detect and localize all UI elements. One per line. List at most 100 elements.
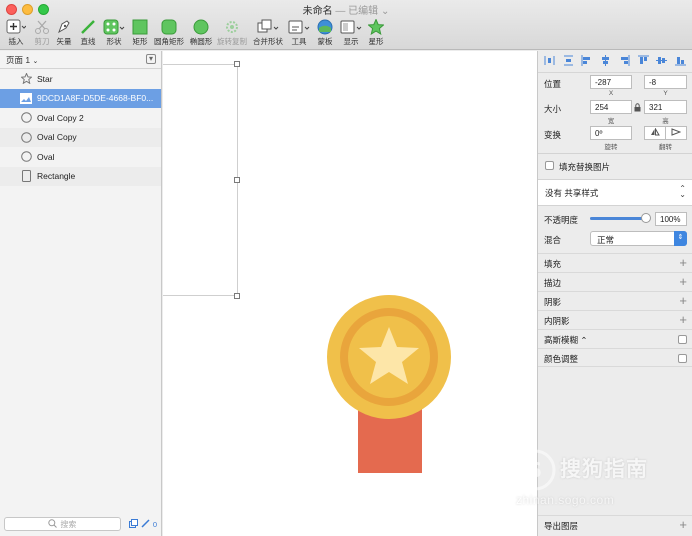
color-adjust-checkbox[interactable] <box>678 354 687 363</box>
x-input[interactable]: -287 <box>590 75 632 89</box>
align-right-icon[interactable] <box>619 55 630 68</box>
document-name: 未命名 <box>302 6 333 17</box>
align-top-icon[interactable] <box>637 55 649 68</box>
rectangle-outline-icon <box>20 170 32 183</box>
star-icon <box>358 18 394 35</box>
gaussian-blur-section[interactable]: 高斯模糊 ⌃ <box>538 329 692 348</box>
distribute-horizontal-icon[interactable] <box>544 55 555 68</box>
fill-section[interactable]: 填充 + <box>538 253 692 272</box>
opacity-slider-knob[interactable] <box>641 213 651 223</box>
align-middle-icon[interactable] <box>656 55 668 68</box>
rotate-copy-label: 旋转复制 <box>217 37 247 46</box>
layer-oval[interactable]: Oval <box>0 147 161 167</box>
y-input[interactable]: -8 <box>644 75 687 89</box>
selection-box[interactable] <box>163 64 238 296</box>
add-inner-shadow-icon[interactable]: + <box>679 312 687 327</box>
layer-filter-controls: 0 <box>128 518 157 530</box>
rotate-copy-icon <box>214 18 250 35</box>
width-input[interactable]: 254 <box>590 100 632 114</box>
align-bottom-icon[interactable] <box>675 55 687 68</box>
rounded-rect-icon <box>151 18 187 35</box>
border-section[interactable]: 描边 + <box>538 272 692 291</box>
inner-shadow-section-label: 内阴影 <box>544 316 570 326</box>
resize-handle-bottom-right[interactable] <box>234 293 240 299</box>
color-adjust-section[interactable]: 颜色调整 <box>538 348 692 367</box>
divider <box>538 205 692 206</box>
rotate-input[interactable]: 0º <box>590 126 632 140</box>
export-layer-label: 导出图层 <box>544 521 579 531</box>
layer-image-selected[interactable]: 9DCD1A8F-D5DE-4668-BF0... <box>0 88 161 108</box>
flip-horizontal-button[interactable] <box>645 127 666 139</box>
fill-section-label: 填充 <box>544 259 562 269</box>
layer-oval-copy-2[interactable]: Oval Copy 2 <box>0 108 161 128</box>
shared-style-select[interactable]: 没有 共享样式 ⌃ ⌄ <box>538 180 692 205</box>
opacity-slider[interactable] <box>590 213 651 223</box>
fill-replace-checkbox[interactable] <box>545 161 554 170</box>
page-label: 页面 1 <box>6 55 31 65</box>
window-toolbar: 未命名 — 已编辑 ⌄ 插入 剪刀 矢量 直线 形状 矩形 圆角矩形 椭圆形 旋… <box>0 0 692 50</box>
rounded-rectangle-label: 圆角矩形 <box>154 37 184 46</box>
alignment-toolbar <box>538 51 692 73</box>
star-button[interactable]: 星形 <box>358 18 394 48</box>
fill-replace-label: 填充替换图片 <box>559 162 611 172</box>
shared-style-value: 没有 共享样式 <box>545 188 599 198</box>
y-sublabel: Y <box>663 90 668 97</box>
align-center-icon[interactable] <box>600 55 611 68</box>
layer-name: Oval Copy <box>37 132 77 143</box>
rounded-rectangle-button[interactable]: 圆角矩形 <box>151 18 187 48</box>
circle-outline-icon <box>20 151 32 163</box>
canvas[interactable] <box>163 51 537 536</box>
page-selector[interactable]: 页面 1 ⌄ ▾ <box>0 51 161 69</box>
blend-mode-select[interactable]: 正常 ⇕ <box>590 231 687 246</box>
resize-handle-top-right[interactable] <box>234 61 240 67</box>
height-input[interactable]: 321 <box>644 100 687 114</box>
add-fill-icon[interactable]: + <box>679 255 687 270</box>
layers-panel: 页面 1 ⌄ ▾ Star 9DCD1A8F-D5DE-4668-BF0... … <box>0 51 162 536</box>
add-page-button[interactable]: ▾ <box>146 54 156 64</box>
medal-artwork[interactable] <box>323 291 457 476</box>
rotate-sublabel: 旋转 <box>604 144 618 151</box>
distribute-vertical-icon[interactable] <box>563 55 574 68</box>
flip-sublabel: 翻转 <box>659 144 672 151</box>
image-icon <box>20 92 32 104</box>
shadow-section-label: 阴影 <box>544 297 562 307</box>
size-label: 大小 <box>544 104 562 114</box>
resize-handle-middle-right[interactable] <box>234 177 240 183</box>
add-shadow-icon[interactable]: + <box>679 293 687 308</box>
chevron-down-icon: ⌄ <box>32 58 39 65</box>
stepper-arrows-icon: ⌃ ⌄ <box>679 184 686 199</box>
add-border-icon[interactable]: + <box>679 274 687 289</box>
star-outline-icon <box>20 73 32 85</box>
layer-star[interactable]: Star <box>0 69 161 89</box>
opacity-label: 不透明度 <box>544 215 579 225</box>
layer-oval-copy[interactable]: Oval Copy <box>0 127 161 147</box>
layer-rectangle[interactable]: Rectangle <box>0 166 161 186</box>
layer-search-input[interactable]: 搜索 <box>4 517 121 531</box>
export-section[interactable]: 导出图层 + <box>538 515 692 534</box>
color-adjust-label: 颜色调整 <box>544 354 579 364</box>
slice-filter-icon[interactable] <box>141 518 150 530</box>
align-left-icon[interactable] <box>581 55 592 68</box>
layer-name: Star <box>37 73 53 84</box>
transform-label: 变换 <box>544 130 562 140</box>
gaussian-blur-checkbox[interactable] <box>678 335 687 344</box>
search-placeholder: 搜索 <box>60 519 77 529</box>
symbols-filter-icon[interactable] <box>128 518 138 530</box>
layer-name: Rectangle <box>37 171 76 182</box>
shadow-section[interactable]: 阴影 + <box>538 291 692 310</box>
divider <box>538 153 692 154</box>
layers-footer: 搜索 0 <box>0 512 161 536</box>
add-export-icon[interactable]: + <box>679 517 687 532</box>
rotate-copy-button[interactable]: 旋转复制 <box>214 18 250 48</box>
title-chevron-icon[interactable]: ⌄ <box>381 6 389 17</box>
inner-shadow-section[interactable]: 内阴影 + <box>538 310 692 329</box>
blend-label: 混合 <box>544 235 562 245</box>
flip-vertical-button[interactable] <box>666 127 686 139</box>
select-arrows-icon: ⇕ <box>674 231 687 246</box>
layer-name: Oval <box>37 151 55 162</box>
gaussian-blur-label: 高斯模糊 ⌃ <box>544 335 588 345</box>
flip-buttons <box>644 126 687 140</box>
opacity-input[interactable]: 100% <box>655 212 687 226</box>
lock-ratio-icon[interactable] <box>634 103 641 114</box>
layer-name: Oval Copy 2 <box>37 112 84 123</box>
